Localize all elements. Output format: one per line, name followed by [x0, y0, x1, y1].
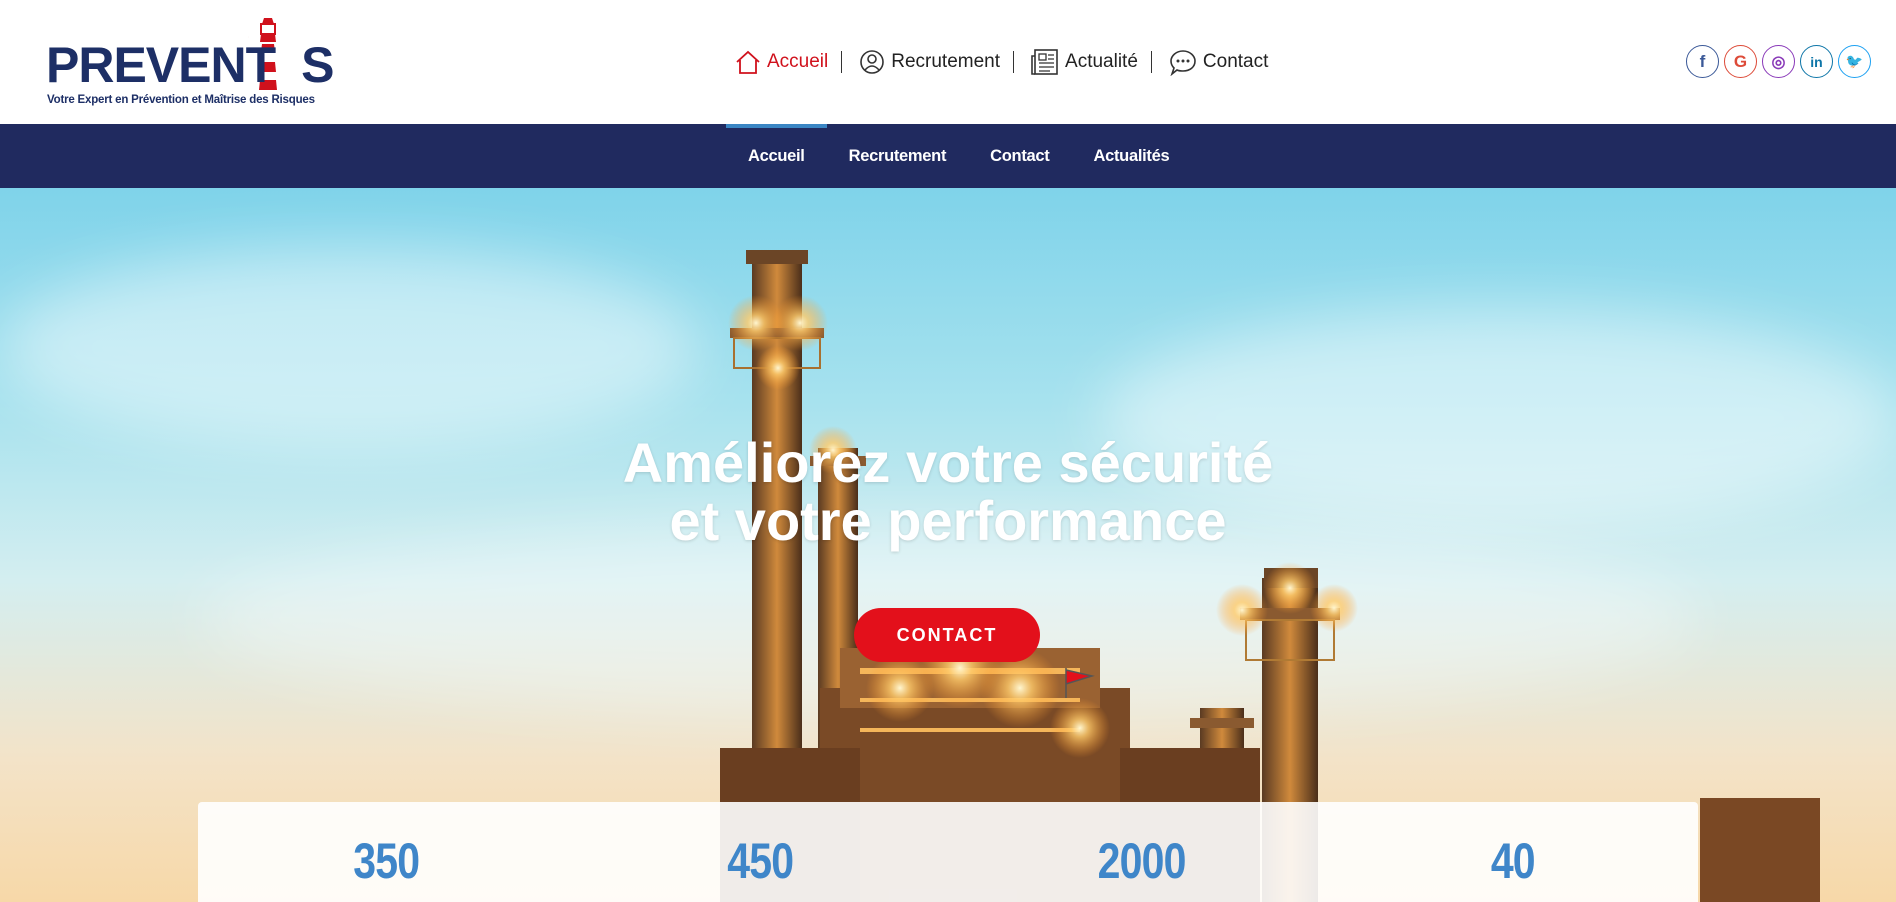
social-links: f G ◎ in 🐦	[1686, 45, 1871, 78]
brand-tagline: Votre Expert en Prévention et Maîtrise d…	[47, 94, 315, 106]
main-nav-accueil[interactable]: Accueil	[726, 124, 827, 188]
hero-title-line: et votre performance	[669, 489, 1227, 552]
main-nav-bar: Accueil Recrutement Contact Actualités	[0, 124, 1896, 188]
stats-panel: 350 450 2000 40	[198, 802, 1698, 902]
top-nav-label: Recrutement	[891, 51, 1001, 72]
divider	[841, 51, 843, 73]
google-icon[interactable]: G	[1724, 45, 1757, 78]
main-nav-actualites[interactable]: Actualités	[1071, 124, 1191, 188]
home-icon	[736, 50, 760, 74]
twitter-icon[interactable]: 🐦	[1838, 45, 1871, 78]
top-nav-label: Contact	[1202, 51, 1269, 72]
linkedin-icon[interactable]: in	[1800, 45, 1833, 78]
brand-name: PREVENT S	[46, 37, 335, 93]
main-nav: Accueil Recrutement Contact Actualités	[726, 124, 1191, 188]
top-header: PREVENT S Votre Expert en Prévention et M…	[0, 0, 1896, 124]
top-nav-actualite[interactable]: Actualité	[1030, 48, 1138, 76]
hero-title: Améliorez votre sécurité et votre perfor…	[0, 434, 1896, 550]
instagram-icon[interactable]: ◎	[1762, 45, 1795, 78]
top-nav: Accueil Recrutement Actualité Contact	[734, 44, 1268, 80]
hero-title-line: Améliorez votre sécurité	[622, 431, 1274, 494]
newspaper-icon	[1031, 49, 1058, 75]
top-nav-label: Accueil	[767, 51, 829, 72]
user-icon	[860, 50, 885, 74]
stat-number: 40	[1490, 833, 1536, 889]
main-nav-contact[interactable]: Contact	[968, 124, 1071, 188]
brand-logo[interactable]: PREVENT S Votre Expert en Prévention et M…	[46, 18, 335, 110]
top-nav-label: Actualité	[1065, 51, 1138, 72]
chat-icon	[1170, 50, 1196, 76]
stat-number: 450	[727, 833, 794, 889]
main-nav-recrutement[interactable]: Recrutement	[827, 124, 969, 188]
top-nav-accueil[interactable]: Accueil	[734, 49, 828, 75]
divider	[1150, 51, 1152, 73]
stat-number: 350	[353, 833, 420, 889]
top-nav-recrutement[interactable]: Recrutement	[858, 49, 1000, 75]
facebook-icon[interactable]: f	[1686, 45, 1719, 78]
contact-cta-button[interactable]: CONTACT	[854, 608, 1040, 662]
top-nav-contact[interactable]: Contact	[1168, 48, 1268, 76]
stat-number: 2000	[1097, 833, 1187, 889]
hero-section: Améliorez votre sécurité et votre perfor…	[0, 188, 1896, 902]
divider	[1013, 51, 1015, 73]
